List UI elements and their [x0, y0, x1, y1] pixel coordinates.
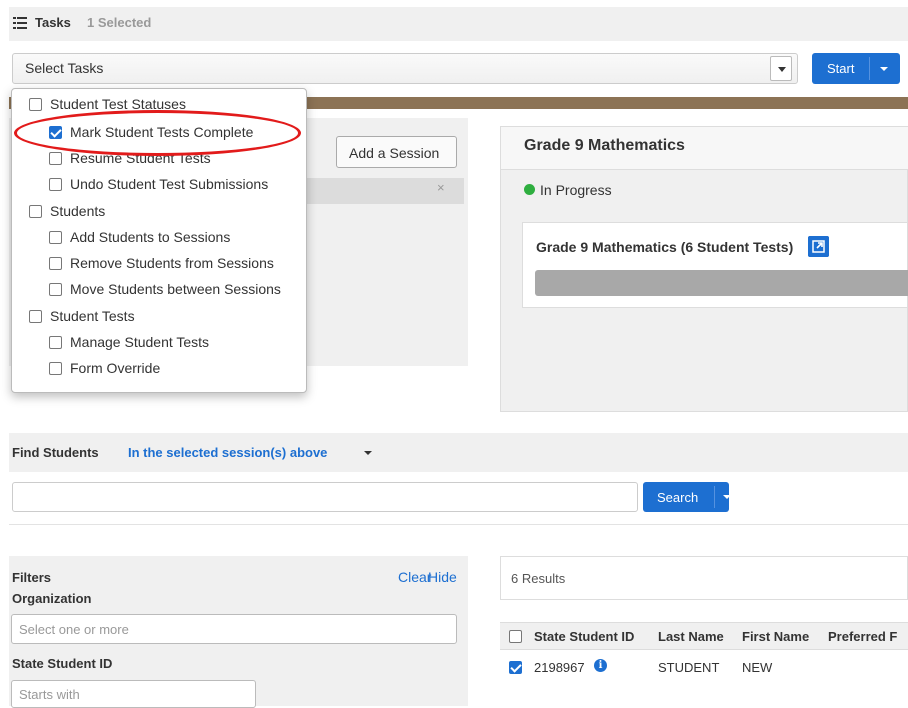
task-menu-item[interactable]: Move Students between Sessions — [70, 281, 281, 297]
info-icon[interactable]: i — [594, 659, 607, 672]
task-menu-item[interactable]: Form Override — [70, 360, 160, 376]
task-menu-checkbox[interactable] — [49, 257, 62, 270]
student-search-input[interactable] — [12, 482, 638, 512]
search-button-label: Search — [657, 490, 699, 505]
row-first-name: NEW — [742, 660, 773, 675]
task-menu-checkbox[interactable] — [29, 205, 42, 218]
row-last-name: STUDENT — [658, 660, 720, 675]
task-select-value: Select Tasks — [25, 60, 104, 76]
task-menu-checkbox[interactable] — [29, 98, 42, 111]
task-menu-checkbox[interactable] — [49, 283, 62, 296]
filters-clear-link[interactable]: Clear — [398, 569, 431, 585]
select-all-checkbox[interactable] — [509, 630, 522, 643]
search-button-divider — [714, 486, 715, 508]
highlight-annotation — [14, 110, 301, 156]
task-select-dropdown[interactable] — [12, 53, 798, 84]
column-header-last-name[interactable]: Last Name — [658, 629, 724, 644]
tasks-list-icon — [13, 17, 27, 29]
task-menu-item[interactable]: Students — [50, 203, 105, 219]
results-count: 6 Results — [511, 571, 566, 586]
task-menu-checkbox[interactable] — [49, 362, 62, 375]
task-menu-checkbox[interactable] — [29, 310, 42, 323]
task-menu-checkbox[interactable] — [49, 336, 62, 349]
column-header-first-name[interactable]: First Name — [742, 629, 809, 644]
chevron-down-icon — [778, 67, 786, 72]
tasks-title: Tasks — [35, 15, 71, 30]
task-menu-checkbox[interactable] — [49, 231, 62, 244]
divider — [9, 524, 908, 525]
task-menu-item[interactable]: Manage Student Tests — [70, 334, 209, 350]
test-status-text: In Progress — [540, 182, 612, 198]
test-card-title: Grade 9 Mathematics (6 Student Tests) — [536, 239, 794, 255]
add-session-label: Add a Session — [349, 145, 440, 161]
task-menu-item[interactable]: Remove Students from Sessions — [70, 255, 274, 271]
test-panel-title: Grade 9 Mathematics — [524, 137, 685, 154]
filters-hide-link[interactable]: Hide — [428, 569, 457, 585]
organization-label: Organization — [12, 591, 92, 606]
ssid-filter-label: State Student ID — [12, 656, 113, 671]
task-menu-checkbox[interactable] — [49, 178, 62, 191]
start-button-divider — [869, 57, 870, 80]
row-checkbox[interactable] — [509, 661, 522, 674]
test-progress-bar — [535, 270, 908, 296]
task-menu-item[interactable]: Add Students to Sessions — [70, 229, 230, 245]
external-link-icon[interactable] — [808, 236, 829, 257]
row-ssid: 2198967 — [534, 660, 585, 675]
chevron-down-icon[interactable] — [364, 451, 372, 455]
column-header-preferred[interactable]: Preferred F — [828, 629, 897, 644]
search-options-caret-icon[interactable] — [723, 495, 731, 499]
filters-title: Filters — [12, 570, 52, 585]
column-header-ssid[interactable]: State Student ID — [534, 629, 634, 644]
task-menu-item[interactable]: Student Tests — [50, 308, 135, 324]
task-menu-checkbox[interactable] — [49, 152, 62, 165]
tasks-selected-count: 1 Selected — [87, 15, 152, 30]
close-icon[interactable]: × — [437, 180, 445, 195]
find-students-scope-dropdown[interactable]: In the selected session(s) above — [128, 445, 327, 460]
start-options-caret-icon[interactable] — [880, 67, 888, 71]
status-dot-icon — [524, 184, 535, 195]
organization-placeholder: Select one or more — [19, 622, 129, 637]
find-students-label: Find Students — [12, 445, 99, 460]
start-button-label: Start — [827, 61, 855, 76]
task-menu-item[interactable]: Undo Student Test Submissions — [70, 176, 268, 192]
ssid-filter-placeholder: Starts with — [19, 687, 80, 702]
